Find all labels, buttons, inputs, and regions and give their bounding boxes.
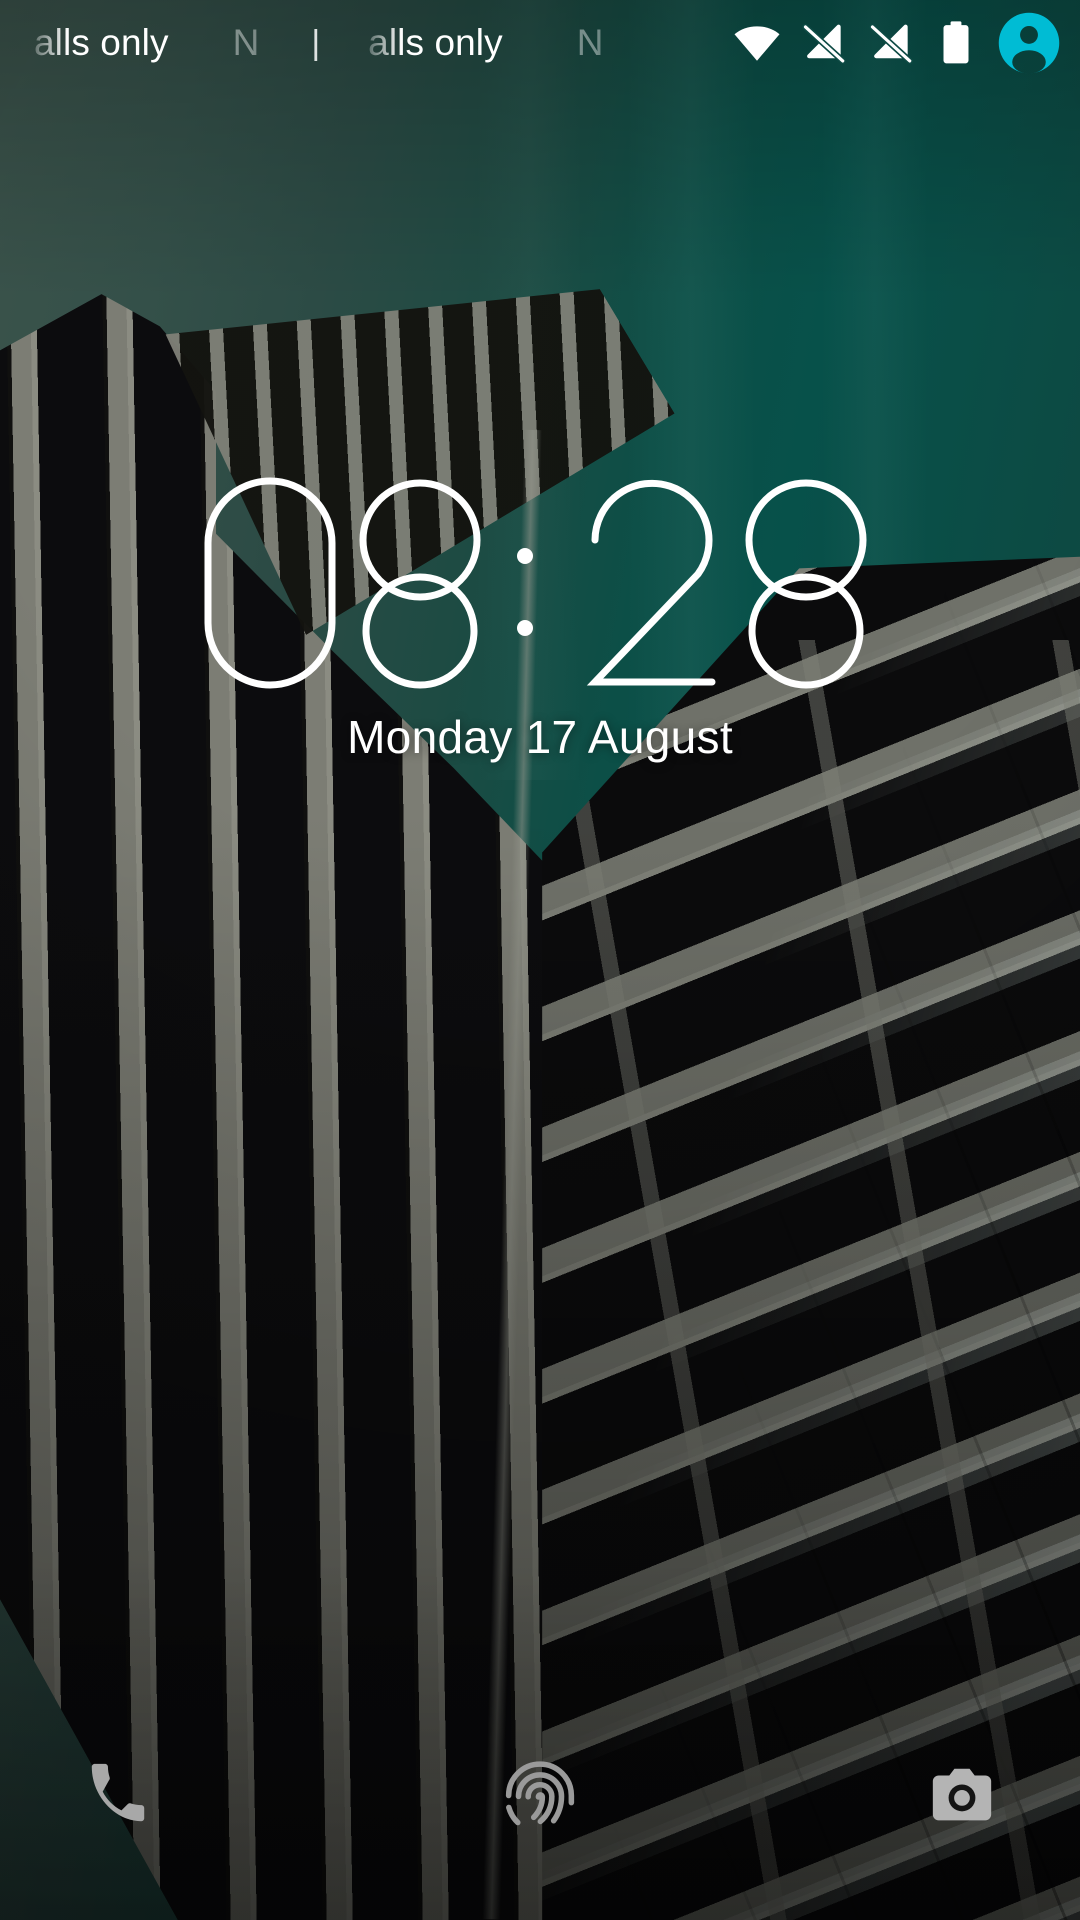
carrier-network-sim2: N: [577, 22, 604, 64]
status-bar[interactable]: alls only N | alls only N: [0, 0, 1080, 86]
camera-icon: [927, 1760, 997, 1830]
fingerprint-sensor[interactable]: [474, 1725, 606, 1857]
carrier-network-sim1: N: [233, 22, 260, 64]
wifi-icon[interactable]: [732, 18, 782, 68]
clock-widget[interactable]: Monday 17 August: [0, 468, 1080, 764]
signal-sim2-off-icon[interactable]: [866, 18, 916, 68]
phone-shortcut[interactable]: [52, 1729, 184, 1861]
signal-sim1-off-icon[interactable]: [799, 18, 849, 68]
battery-icon[interactable]: [933, 18, 979, 68]
clock-time[interactable]: [195, 468, 885, 698]
wallpaper: [0, 0, 1080, 1920]
camera-shortcut[interactable]: [896, 1729, 1028, 1861]
lock-screen[interactable]: alls only N | alls only N: [0, 0, 1080, 1920]
carrier-label-sim1: alls only: [34, 22, 169, 64]
status-bar-icons[interactable]: [732, 10, 1062, 76]
user-avatar-icon[interactable]: [996, 10, 1062, 76]
carrier-separator: |: [311, 24, 320, 63]
carrier-label-group: alls only N | alls only N: [34, 22, 732, 64]
lock-screen-shortcuts[interactable]: [0, 1670, 1080, 1920]
clock-date: Monday 17 August: [0, 710, 1080, 764]
carrier-label-sim2: alls only: [368, 22, 503, 64]
phone-icon: [84, 1761, 152, 1829]
fingerprint-icon: [497, 1748, 583, 1834]
